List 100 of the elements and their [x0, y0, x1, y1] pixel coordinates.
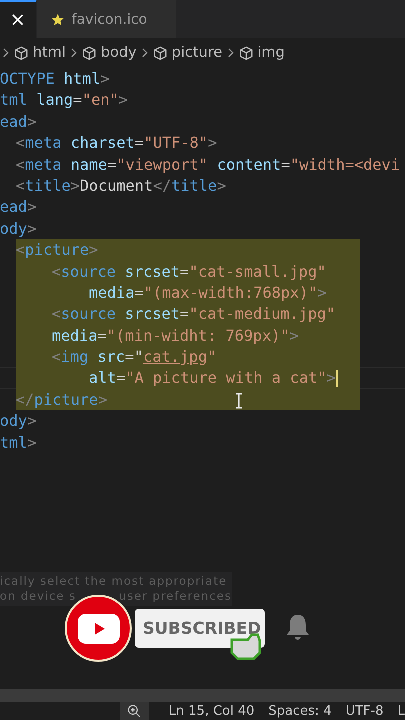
code-token: tml — [0, 432, 28, 452]
code-token: = — [107, 154, 117, 174]
code-token: content — [216, 154, 282, 174]
code-token: img — [61, 347, 89, 366]
code-token: < — [52, 304, 62, 324]
code-token: = — [98, 326, 107, 346]
breadcrumb-item[interactable]: picture — [172, 45, 223, 61]
code-token: srcset — [124, 262, 180, 281]
code-token: "(max-width:768px)" — [144, 282, 318, 302]
code-token: < — [16, 176, 26, 196]
code-token: > — [100, 69, 110, 88]
code-token: "viewport" — [116, 154, 208, 174]
code-token: < — [16, 240, 26, 260]
subscribed-button[interactable]: SUBSCRIBED — [135, 609, 265, 648]
cube-icon — [82, 46, 98, 60]
code-token: ead — [0, 112, 28, 132]
chevron-icon — [2, 47, 10, 59]
code-token: charset — [70, 133, 135, 153]
code-token: OCTYPE — [0, 69, 55, 88]
bell-icon — [285, 613, 311, 643]
code-token: "cat-small.jpg" — [189, 262, 326, 281]
horizontal-scrollbar[interactable] — [0, 689, 405, 702]
tooltip-text: ically select the most appropriate — [0, 574, 228, 589]
code-token: alt — [89, 368, 116, 388]
cube-icon — [152, 46, 168, 60]
code-token: title — [25, 176, 71, 196]
code-token: title — [171, 176, 218, 196]
code-token: = — [134, 282, 144, 302]
code-token: > — [208, 133, 218, 153]
code-token: > — [27, 197, 37, 217]
tooltip-text: on device s — [0, 589, 76, 604]
code-token: " — [207, 347, 217, 366]
code-token: meta — [25, 154, 62, 174]
code-token: "(min-widht: 769px)" — [106, 326, 290, 346]
code-token: ody — [0, 411, 28, 431]
tooltip-text: user preferences — [119, 589, 232, 604]
breadcrumb-item[interactable]: img — [258, 45, 285, 61]
editor-tab[interactable]: favicon.ico — [36, 0, 177, 38]
code-token: > — [118, 90, 128, 110]
zoom-button[interactable] — [120, 702, 149, 720]
code-token: = — [116, 368, 126, 388]
status-item[interactable]: Spaces: 4 — [268, 704, 332, 718]
star-icon — [50, 13, 65, 27]
code-token: "width=<devi — [290, 154, 400, 174]
code-token: lang — [36, 90, 74, 110]
code-token: > — [27, 218, 37, 238]
code-token: > — [27, 112, 37, 132]
code-token: name — [70, 154, 108, 174]
code-token: source — [61, 304, 116, 324]
code-token: > — [70, 176, 80, 196]
cube-icon — [238, 46, 254, 60]
code-token: = — [73, 90, 82, 110]
code-token: < — [16, 154, 26, 174]
code-token: picture — [34, 390, 98, 410]
zoom-in-icon — [127, 704, 142, 718]
code-token: =" — [125, 347, 144, 366]
chevron-icon — [140, 47, 149, 59]
status-item[interactable]: Ln 15, Col 40 — [168, 704, 255, 718]
code-token: tml — [0, 90, 28, 110]
code-token: > — [318, 282, 327, 302]
code-token: "UTF-8" — [144, 133, 208, 153]
code-token: < — [52, 347, 62, 366]
code-token: ody — [0, 218, 28, 238]
code-token: = — [281, 154, 290, 174]
code-token: > — [290, 326, 299, 346]
code-token: meta — [25, 133, 62, 153]
code-token: srcset — [124, 304, 180, 324]
code-token: > — [27, 411, 37, 431]
code-token: = — [180, 304, 190, 324]
code-token: = — [180, 262, 190, 281]
code-token: source — [61, 262, 116, 281]
code-token: < — [52, 262, 62, 281]
code-token: media — [52, 326, 98, 346]
chevron-icon — [70, 47, 78, 59]
code-token: = — [134, 133, 144, 153]
code-token: "en" — [82, 90, 119, 110]
code-token: > — [217, 176, 226, 196]
code-token: media — [89, 282, 135, 302]
code-token: > — [98, 390, 108, 410]
code-token: src — [96, 347, 126, 366]
code-token: Document — [80, 176, 154, 196]
code-token: html — [63, 69, 101, 88]
breadcrumb-item[interactable]: body — [101, 45, 137, 61]
code-token: picture — [25, 240, 90, 260]
chevron-icon — [226, 47, 235, 59]
code-token: ead — [0, 197, 28, 217]
status-item[interactable]: L — [398, 704, 405, 718]
code-token: > — [27, 432, 37, 452]
code-token: > — [326, 368, 336, 388]
breadcrumb-item[interactable]: html — [33, 45, 66, 61]
code-token: "cat-medium.jpg" — [189, 304, 336, 324]
i-beam-cursor-icon — [235, 393, 243, 409]
code-token: > — [89, 240, 98, 260]
close-tab-button[interactable]: × — [0, 0, 37, 38]
cube-icon — [14, 46, 29, 60]
code-token: "A picture with a cat" — [126, 368, 327, 388]
code-token: </ — [153, 176, 172, 196]
status-item[interactable]: UTF-8 — [346, 704, 384, 718]
code-token: < — [16, 133, 26, 153]
code-token: </ — [16, 390, 34, 410]
